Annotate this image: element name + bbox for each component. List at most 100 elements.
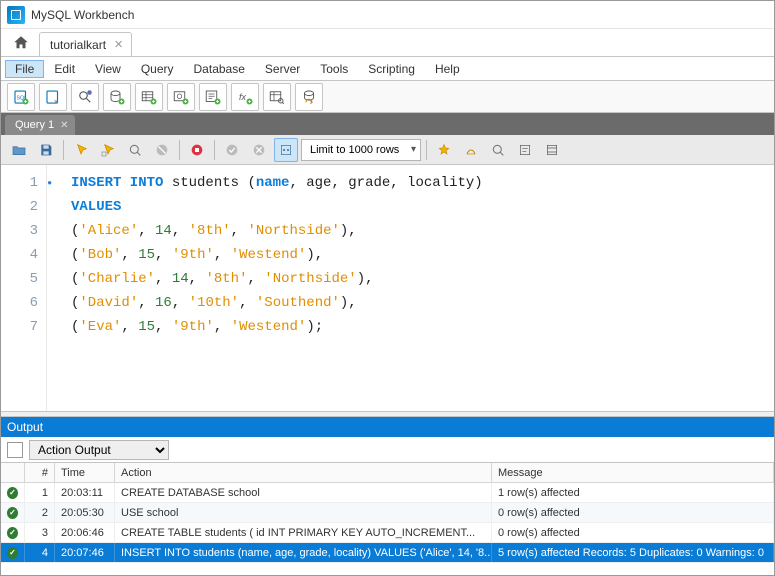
limit-label: Limit to 1000 rows	[310, 144, 399, 156]
cell-num: 2	[25, 503, 55, 522]
output-header-row: # Time Action Message	[1, 463, 774, 483]
menu-view[interactable]: View	[85, 60, 131, 78]
document-tab-label: tutorialkart	[50, 38, 106, 52]
code-area[interactable]: INSERT INTO students (name, age, grade, …	[47, 165, 483, 411]
explain-button[interactable]	[123, 138, 147, 162]
close-icon[interactable]: ✕	[112, 38, 125, 51]
cell-message: 1 row(s) affected	[492, 483, 774, 502]
output-toolbar: Action Output	[1, 437, 774, 463]
output-row[interactable]: 220:05:30USE school0 row(s) affected	[1, 503, 774, 523]
reconnect-button[interactable]	[295, 83, 323, 111]
cell-action: CREATE TABLE students ( id INT PRIMARY K…	[115, 523, 492, 542]
output-row[interactable]: 420:07:46INSERT INTO students (name, age…	[1, 543, 774, 563]
separator	[63, 140, 64, 160]
new-view-button[interactable]	[167, 83, 195, 111]
code-line[interactable]: ('David', 16, '10th', 'Southend'),	[71, 291, 483, 315]
new-schema-button[interactable]	[103, 83, 131, 111]
open-file-button[interactable]	[7, 138, 31, 162]
find-button[interactable]	[459, 138, 483, 162]
menu-bar: FileEditViewQueryDatabaseServerToolsScri…	[1, 57, 774, 81]
output-copy-button[interactable]	[7, 442, 23, 458]
execute-current-button[interactable]	[96, 138, 120, 162]
output-row[interactable]: 320:06:46CREATE TABLE students ( id INT …	[1, 523, 774, 543]
code-line[interactable]: VALUES	[71, 195, 483, 219]
document-tab-bar: tutorialkart ✕	[1, 29, 774, 57]
query-tab-label: Query 1	[15, 119, 54, 131]
menu-scripting[interactable]: Scripting	[358, 60, 425, 78]
status-ok-icon	[7, 507, 18, 519]
col-time[interactable]: Time	[55, 463, 115, 482]
menu-tools[interactable]: Tools	[310, 60, 358, 78]
home-button[interactable]	[7, 30, 35, 56]
status-ok-icon	[7, 547, 18, 559]
menu-edit[interactable]: Edit	[44, 60, 85, 78]
code-line[interactable]: ('Charlie', 14, '8th', 'Northside'),	[71, 267, 483, 291]
cell-action: USE school	[115, 503, 492, 522]
code-line[interactable]: ('Bob', 15, '9th', 'Westend'),	[71, 243, 483, 267]
code-line[interactable]: INSERT INTO students (name, age, grade, …	[71, 171, 483, 195]
execute-button[interactable]	[69, 138, 93, 162]
limit-rows-dropdown[interactable]: Limit to 1000 rows	[301, 139, 421, 161]
toggle-autocommit-button[interactable]	[185, 138, 209, 162]
cell-action: CREATE DATABASE school	[115, 483, 492, 502]
menu-query[interactable]: Query	[131, 60, 184, 78]
line-number: 3	[1, 219, 38, 243]
sql-editor[interactable]: 1234567 INSERT INTO students (name, age,…	[1, 165, 774, 411]
menu-database[interactable]: Database	[184, 60, 255, 78]
new-procedure-button[interactable]	[199, 83, 227, 111]
code-line[interactable]: ('Eva', 15, '9th', 'Westend');	[71, 315, 483, 339]
menu-help[interactable]: Help	[425, 60, 470, 78]
cell-action: INSERT INTO students (name, age, grade, …	[115, 543, 492, 562]
query-tab-bar: Query 1 ✕	[1, 113, 774, 135]
beautify-button[interactable]	[432, 138, 456, 162]
col-message[interactable]: Message	[492, 463, 774, 482]
save-button[interactable]	[34, 138, 58, 162]
new-sql-tab-button[interactable]: SQL	[7, 83, 35, 111]
cell-time: 20:05:30	[55, 503, 115, 522]
new-table-button[interactable]	[135, 83, 163, 111]
cell-num: 1	[25, 483, 55, 502]
commit-button[interactable]	[220, 138, 244, 162]
cell-num: 3	[25, 523, 55, 542]
title-bar: MySQL Workbench	[1, 1, 774, 29]
output-panel-header[interactable]: Output	[1, 417, 774, 437]
status-ok-icon	[7, 487, 18, 499]
snippets-button[interactable]	[540, 138, 564, 162]
close-icon[interactable]: ✕	[60, 120, 68, 131]
search-table-button[interactable]	[263, 83, 291, 111]
menu-file[interactable]: File	[5, 60, 44, 78]
separator	[214, 140, 215, 160]
code-line[interactable]: ('Alice', 14, '8th', 'Northside'),	[71, 219, 483, 243]
document-tab[interactable]: tutorialkart ✕	[39, 32, 132, 56]
line-number: 7	[1, 315, 38, 339]
svg-text:fx: fx	[239, 92, 247, 102]
line-number: 1	[1, 171, 38, 195]
status-ok-icon	[7, 527, 18, 539]
app-title: MySQL Workbench	[31, 8, 134, 22]
line-number: 6	[1, 291, 38, 315]
cell-message: 0 row(s) affected	[492, 503, 774, 522]
col-num[interactable]: #	[25, 463, 55, 482]
new-function-button[interactable]: fx	[231, 83, 259, 111]
toggle-whitespace-button[interactable]	[274, 138, 298, 162]
line-gutter: 1234567	[1, 165, 47, 411]
query-tab[interactable]: Query 1 ✕	[5, 115, 75, 135]
cell-num: 4	[25, 543, 55, 562]
inspector-button[interactable]	[71, 83, 99, 111]
stop-button[interactable]	[150, 138, 174, 162]
app-logo-icon	[7, 6, 25, 24]
output-mode-select[interactable]: Action Output	[29, 440, 169, 460]
toggle-invisible-button[interactable]	[486, 138, 510, 162]
wrap-button[interactable]	[513, 138, 537, 162]
menu-server[interactable]: Server	[255, 60, 310, 78]
cell-time: 20:07:46	[55, 543, 115, 562]
rollback-button[interactable]	[247, 138, 271, 162]
col-action[interactable]: Action	[115, 463, 492, 482]
output-row[interactable]: 120:03:11CREATE DATABASE school1 row(s) …	[1, 483, 774, 503]
open-sql-button[interactable]	[39, 83, 67, 111]
editor-toolbar: Limit to 1000 rows	[1, 135, 774, 165]
main-toolbar: SQL fx	[1, 81, 774, 113]
line-number: 4	[1, 243, 38, 267]
cell-time: 20:06:46	[55, 523, 115, 542]
separator	[179, 140, 180, 160]
